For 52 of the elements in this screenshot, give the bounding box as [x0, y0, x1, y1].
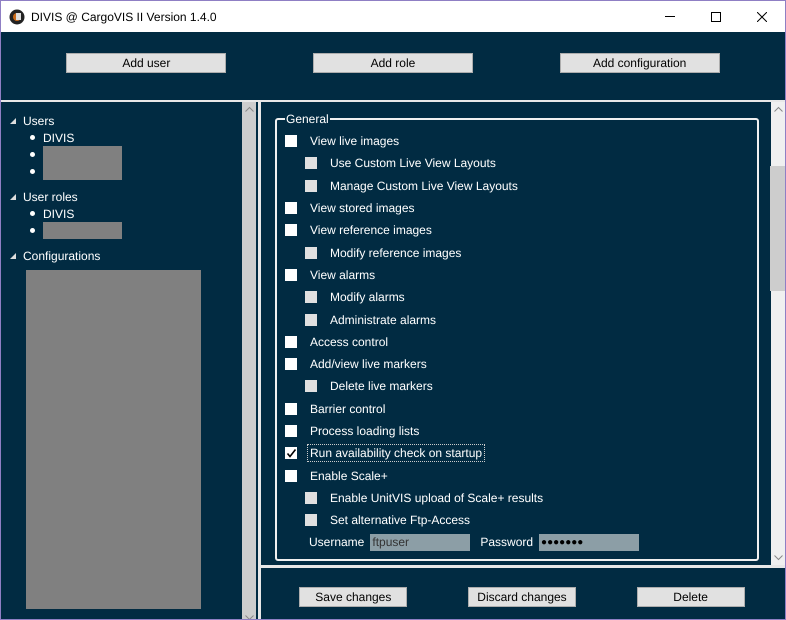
expanded-icon[interactable]: [9, 252, 17, 260]
scroll-up-icon[interactable]: [774, 106, 782, 112]
window-title: DIVIS @ CargoVIS II Version 1.4.0: [31, 10, 218, 24]
field-label: Username: [309, 535, 364, 550]
scroll-down-icon[interactable]: [774, 555, 782, 561]
checkbox-label[interactable]: View stored images: [307, 199, 418, 218]
checkbox[interactable]: [285, 358, 297, 370]
footer-button[interactable]: Delete: [636, 586, 745, 606]
group-title: General: [285, 112, 330, 126]
checkbox-label[interactable]: Access control: [307, 332, 392, 351]
expanded-icon[interactable]: [9, 192, 17, 200]
checkbox-label[interactable]: Barrier control: [307, 400, 388, 418]
checkbox-label[interactable]: View alarms: [307, 266, 378, 284]
checkbox-label[interactable]: View live images: [307, 132, 402, 150]
checkbox-label[interactable]: Enable Scale+: [307, 466, 391, 485]
footer-button[interactable]: Save changes: [299, 586, 408, 606]
checkbox[interactable]: [285, 447, 297, 460]
checkbox[interactable]: [285, 135, 297, 148]
bullet-icon: [30, 211, 35, 216]
toolbar-button[interactable]: Add user: [66, 53, 226, 73]
close-icon[interactable]: [757, 12, 767, 22]
app-logo-icon: [9, 8, 25, 24]
checkbox-label[interactable]: Add/view live markers: [307, 355, 430, 374]
tree-node[interactable]: User roles: [23, 190, 78, 204]
tree-node[interactable]: Users: [23, 114, 54, 128]
checkbox[interactable]: [285, 268, 297, 281]
checkbox[interactable]: [285, 425, 297, 437]
checkbox-label[interactable]: View reference images: [307, 221, 435, 240]
maximize-icon[interactable]: [711, 12, 721, 22]
scrollbar[interactable]: [771, 102, 785, 565]
tree-item[interactable]: DIVIS: [43, 130, 74, 144]
bullet-icon: [30, 152, 35, 157]
footer-button[interactable]: Discard changes: [468, 586, 576, 606]
password-field[interactable]: ●●●●●●●: [539, 534, 640, 551]
checkbox-label[interactable]: Run availability check on startup: [307, 444, 486, 462]
bullet-icon: [30, 135, 35, 140]
tree-node[interactable]: Configurations: [23, 248, 100, 262]
expanded-icon[interactable]: [9, 116, 17, 124]
checkbox[interactable]: [285, 202, 297, 214]
scroll-thumb[interactable]: [770, 166, 785, 291]
checkbox[interactable]: [285, 402, 297, 415]
checkbox[interactable]: [285, 224, 297, 236]
bullet-icon: [30, 228, 35, 233]
checkbox-label[interactable]: Process loading lists: [307, 422, 422, 440]
checkbox[interactable]: [285, 470, 297, 482]
toolbar-button[interactable]: Add role: [312, 53, 473, 73]
toolbar-button[interactable]: Add configuration: [560, 53, 720, 73]
checkbox[interactable]: [285, 336, 297, 348]
bullet-icon: [30, 169, 35, 174]
username-field[interactable]: ftpuser: [370, 534, 470, 551]
tree-item[interactable]: DIVIS: [43, 206, 74, 220]
field-label: Password: [480, 535, 534, 550]
